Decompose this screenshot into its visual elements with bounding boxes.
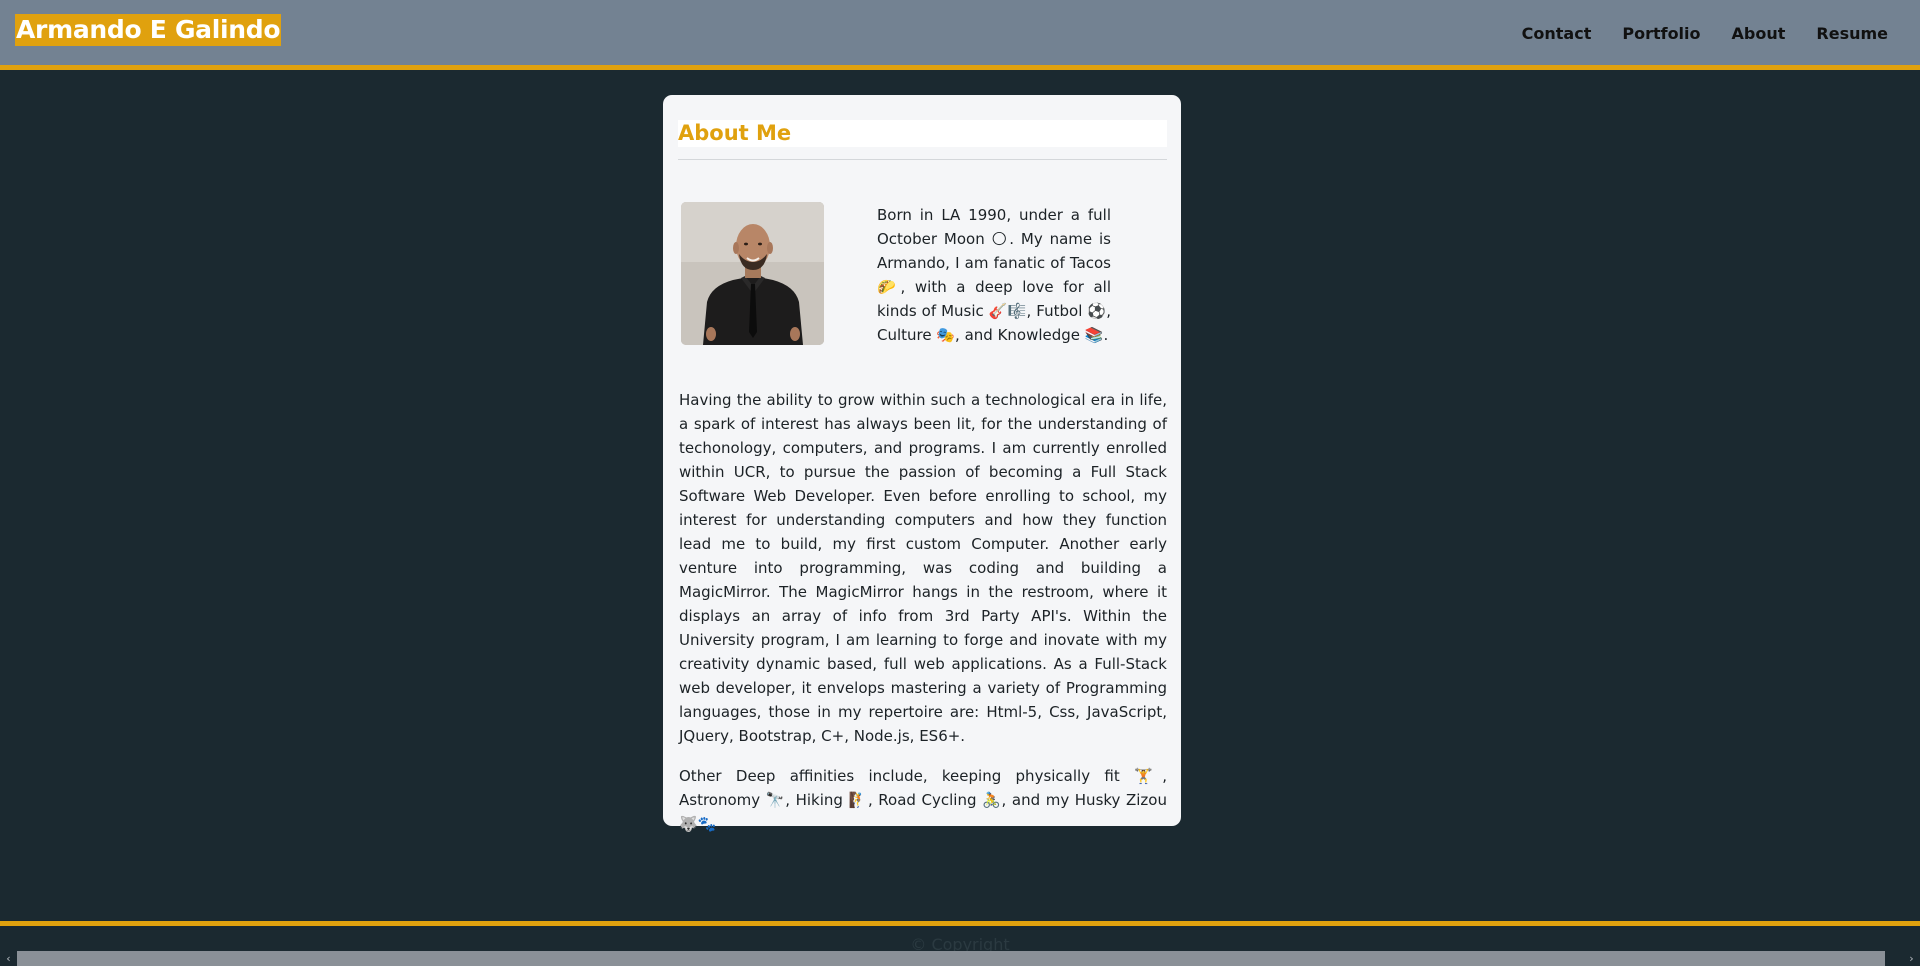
brand-name[interactable]: Armando E Galindo [15, 14, 282, 46]
nav-contact[interactable]: Contact [1522, 24, 1592, 43]
site-header: Armando E Galindo Contact Portfolio Abou… [0, 0, 1920, 70]
scroll-left-arrow-icon[interactable]: ‹ [1, 951, 16, 966]
about-card: About Me Born in LA 1990, under a full O… [663, 95, 1181, 833]
scroll-right-arrow-icon[interactable]: › [1904, 951, 1919, 966]
profile-photo [681, 202, 824, 345]
nav-about[interactable]: About [1732, 24, 1786, 43]
about-title: About Me [678, 120, 1167, 147]
nav-resume[interactable]: Resume [1816, 24, 1888, 43]
affinities-paragraph: Other Deep affinities include, keeping p… [679, 767, 1167, 833]
scrollbar-thumb[interactable] [17, 951, 1885, 966]
portrait-photo [681, 202, 824, 345]
horizontal-scrollbar[interactable]: ‹ › [0, 951, 1920, 966]
main-nav: Contact Portfolio About Resume [1522, 24, 1888, 43]
bio-paragraph: Having the ability to grow within such a… [679, 391, 1167, 745]
intro-text: Born in LA 1990, under a full October Mo… [877, 206, 1111, 344]
title-divider [678, 159, 1167, 160]
nav-portfolio[interactable]: Portfolio [1622, 24, 1700, 43]
